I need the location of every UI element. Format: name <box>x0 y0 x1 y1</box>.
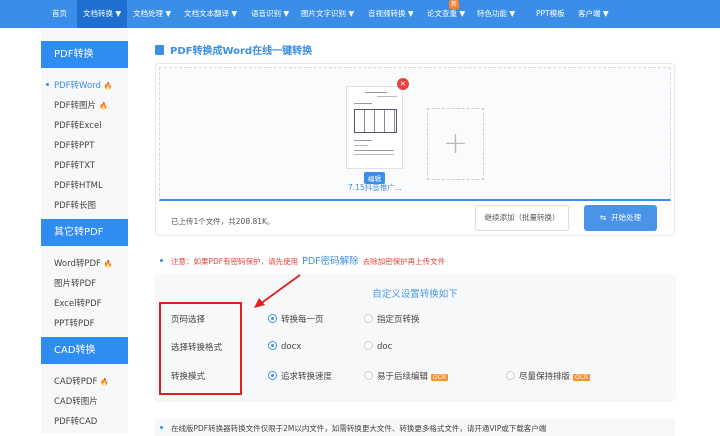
radio-specific-pages[interactable]: 指定页转换 <box>364 313 420 325</box>
plus-icon: + <box>442 126 469 161</box>
nav-ppt[interactable]: PPT模板 <box>536 0 565 28</box>
top-nav: 首页 文档转换 ▼ 文档处理 ▼ 文档文本翻译 ▼ 语音识别 ▼ 图片文字识别 … <box>0 0 720 28</box>
sidebar-item-cad-image[interactable]: CAD转图片 <box>54 395 98 407</box>
sidebar-item-word-pdf[interactable]: Word转PDF 🔥 <box>54 257 113 269</box>
note-prefix: 注意：如果PDF有密码保护，请先使用 <box>171 257 299 266</box>
sidebar-header-cad: CAD转换 <box>41 337 128 364</box>
sidebar-item-cad-pdf[interactable]: CAD转PDF 🔥 <box>54 375 109 387</box>
drop-zone[interactable]: × 编辑 7.15抖音推广... + <box>159 67 671 201</box>
radio-editable[interactable]: 易于后续编辑 OCR <box>364 370 449 382</box>
option-label: doc <box>377 342 393 352</box>
page-title: PDF转换成Word在线一键转换 <box>155 42 312 57</box>
nav-doc-process[interactable]: 文档处理 ▼ <box>133 0 171 28</box>
sidebar-header-pdf: PDF转换 <box>41 41 128 68</box>
nav-features[interactable]: 特色功能 ▼ <box>477 0 515 28</box>
document-icon <box>155 45 164 55</box>
fire-icon: 🔥 <box>103 82 113 90</box>
nav-paper-check[interactable]: 论文查重 ▼ 新 <box>427 0 465 28</box>
option-label: docx <box>281 342 302 352</box>
sidebar-item-pdf-image[interactable]: PDF转图片 🔥 <box>54 99 108 111</box>
label-format: 选择转换格式 <box>171 343 223 353</box>
file-name: 7.15抖音推广... <box>348 183 402 192</box>
radio-speed[interactable]: 追求转换速度 <box>268 370 332 382</box>
sidebar-item-ppt-pdf[interactable]: PPT转PDF <box>54 317 95 329</box>
nav-speech[interactable]: 语音识别 ▼ <box>251 0 289 28</box>
label: CAD转PDF <box>54 377 98 387</box>
nav-ocr[interactable]: 图片文字识别 ▼ <box>301 0 354 28</box>
sidebar-item-excel-pdf[interactable]: Excel转PDF <box>54 297 102 309</box>
label: PDF转Word <box>54 81 101 91</box>
start-button[interactable]: ⇆ 开始处理 <box>584 205 657 231</box>
radio-doc[interactable]: doc <box>364 341 392 352</box>
sidebar-header-other: 其它转PDF <box>41 219 128 246</box>
note-suffix: 去除加密保护再上传文件 <box>362 257 446 266</box>
option-label: 转换每一页 <box>281 315 324 325</box>
sidebar-item-pdf-long-image[interactable]: PDF转长图 <box>54 199 96 211</box>
footer-note: 在线版PDF转换器转换文件仅限于2M以内文件，如需转换更大文件、转换更多格式文件… <box>155 418 675 436</box>
nav-paper-check-label: 论文查重 ▼ <box>427 9 466 18</box>
nav-doc-translate[interactable]: 文档文本翻译 ▼ <box>184 0 237 28</box>
settings-panel: 自定义设置转换如下 页码选择 选择转换格式 转换模式 转换每一页 指定页转换 d… <box>155 274 675 400</box>
option-label: 易于后续编辑 <box>377 372 429 382</box>
ocr-badge: OCR <box>573 374 591 381</box>
sidebar-item-pdf-excel[interactable]: PDF转Excel <box>54 119 102 131</box>
sidebar-item-pdf-cad[interactable]: PDF转CAD <box>54 415 97 427</box>
footer-note-text: 在线版PDF转换器转换文件仅限于2M以内文件，如需转换更大文件、转换更多格式文件… <box>171 424 547 433</box>
convert-icon: ⇆ <box>599 213 607 222</box>
sidebar-item-pdf-word[interactable]: PDF转Word 🔥 <box>54 79 113 91</box>
nav-av[interactable]: 音视频转换 ▼ <box>368 0 414 28</box>
label-page-select: 页码选择 <box>171 315 206 325</box>
option-label: 尽量保持排版 <box>519 372 571 382</box>
remove-file-icon[interactable]: × <box>397 78 409 90</box>
start-label: 开始处理 <box>611 213 642 222</box>
add-file-button[interactable]: + <box>427 108 484 180</box>
ocr-badge: OCR <box>431 374 449 381</box>
option-label: 追求转换速度 <box>281 372 333 382</box>
nav-client[interactable]: 客户端 ▼ <box>578 0 609 28</box>
continue-add-button[interactable]: 继续添加（批量转换） <box>475 205 569 231</box>
sidebar-item-pdf-txt[interactable]: PDF转TXT <box>54 159 95 171</box>
fire-icon: 🔥 <box>100 378 110 386</box>
sidebar-item-image-pdf[interactable]: 图片转PDF <box>54 277 96 289</box>
pdf-password-link[interactable]: PDF密码解除 <box>302 256 359 267</box>
radio-docx[interactable]: docx <box>268 341 301 352</box>
nav-home[interactable]: 首页 <box>52 0 67 28</box>
new-badge: 新 <box>449 0 460 9</box>
active-dot <box>46 83 49 86</box>
settings-title: 自定义设置转换如下 <box>372 289 458 300</box>
label-mode: 转换模式 <box>171 372 206 382</box>
sidebar-item-pdf-html[interactable]: PDF转HTML <box>54 179 103 191</box>
fire-icon: 🔥 <box>103 260 113 268</box>
sidebar-item-pdf-ppt[interactable]: PDF转PPT <box>54 139 95 151</box>
password-note: 注意：如果PDF有密码保护，请先使用 PDF密码解除 去除加密保护再上传文件 <box>160 253 445 267</box>
radio-keep-layout[interactable]: 尽量保持排版 OCR <box>506 370 591 382</box>
radio-all-pages[interactable]: 转换每一页 <box>268 313 324 325</box>
page-title-text: PDF转换成Word在线一键转换 <box>170 46 313 57</box>
file-thumbnail[interactable] <box>346 86 403 169</box>
red-arrow-icon <box>254 274 301 308</box>
option-label: 指定页转换 <box>377 315 420 325</box>
nav-doc-convert[interactable]: 文档转换 ▼ <box>77 0 128 28</box>
upload-panel: × 编辑 7.15抖音推广... + 已上传1个文件，共208.81K。 继续添… <box>155 63 675 236</box>
upload-info: 已上传1个文件，共208.81K。 <box>171 217 275 226</box>
fire-icon: 🔥 <box>99 102 108 110</box>
label: Word转PDF <box>54 259 101 269</box>
label: PDF转图片 <box>54 101 97 111</box>
